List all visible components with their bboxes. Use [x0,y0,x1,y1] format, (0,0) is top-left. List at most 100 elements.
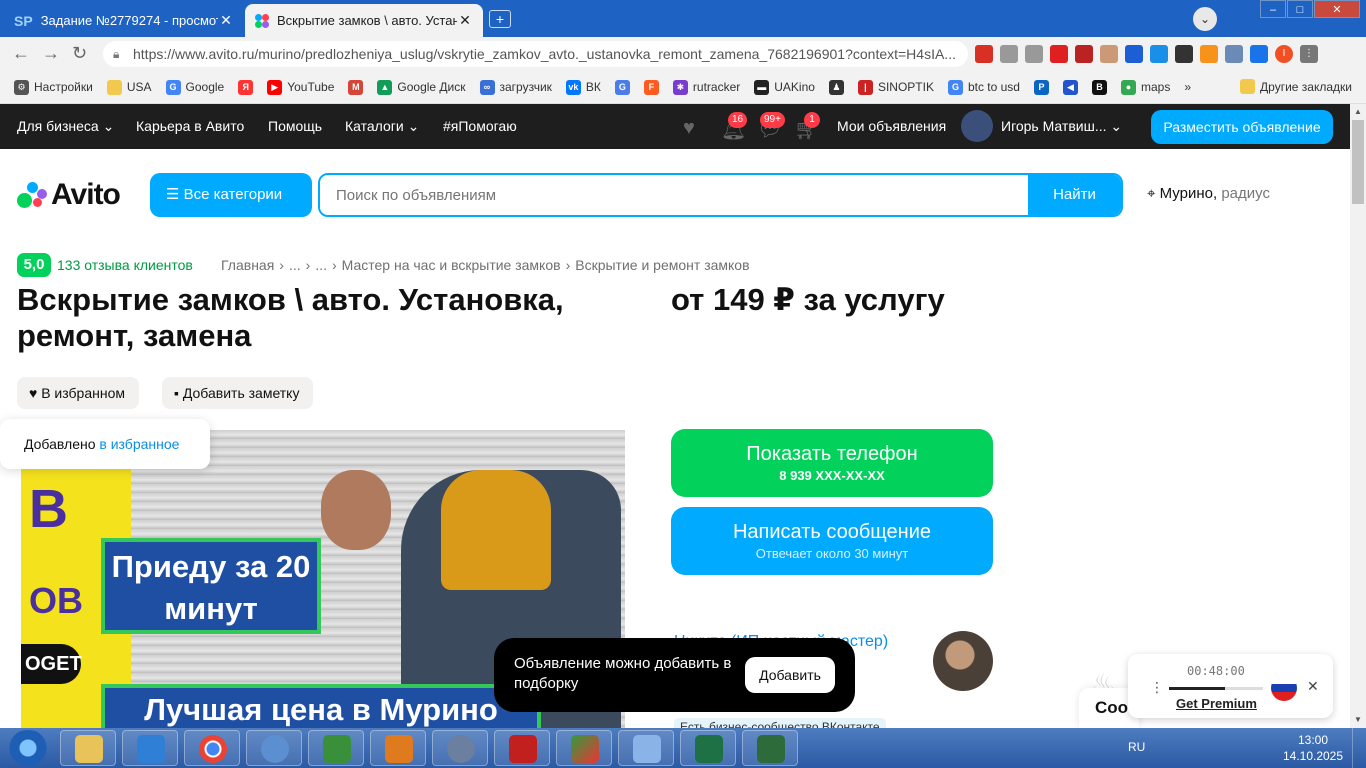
topbar-i-help[interactable]: #яПомогаю [443,118,517,134]
bookmark-item[interactable]: USA [106,79,152,95]
extension-icon[interactable] [1175,45,1193,63]
extension-icon[interactable] [1100,45,1118,63]
taskbar-app[interactable] [122,730,178,766]
close-icon[interactable]: ✕ [218,12,234,29]
search-button[interactable]: Найти [1028,175,1121,215]
bookmark-item[interactable]: P [1033,79,1049,95]
post-ad-button[interactable]: Разместить объявление [1151,110,1333,144]
close-icon[interactable]: ✕ [1307,678,1319,695]
breadcrumb-item[interactable]: ... [289,257,301,273]
flag-ru-icon[interactable] [1271,675,1297,701]
show-desktop-button[interactable] [1352,728,1366,768]
language-indicator[interactable]: RU [1128,740,1145,754]
topbar-business[interactable]: Для бизнеса ⌄ [17,118,114,135]
minimize-button[interactable]: – [1260,0,1286,18]
taskbar-app[interactable] [618,730,674,766]
bookmark-item[interactable]: ⚙ Настройки [14,79,93,95]
show-phone-button[interactable]: Показать телефон 8 939 XXX-XX-XX [671,429,993,497]
clock[interactable]: 13:00 14.10.2025 [1282,732,1344,764]
forward-arrow-icon[interactable]: → [42,43,60,64]
calendar-icon[interactable] [1075,45,1093,63]
back-arrow-icon[interactable]: ← [12,43,30,64]
favorites-link[interactable]: в избранное [99,436,179,452]
player-progress[interactable] [1169,687,1263,690]
bookmark-item[interactable]: G [614,79,630,95]
user-menu[interactable]: Игорь Матвиш... ⌄ [1001,118,1122,135]
bookmark-item[interactable]: Gbtc to usd [947,79,1020,95]
reviews-link[interactable]: 133 отзыва клиентов [57,257,193,273]
bookmark-item[interactable]: G Google [165,79,224,95]
topbar-help[interactable]: Помощь [268,118,322,134]
all-categories-button[interactable]: ☰ Все категории [150,173,312,217]
favorite-button[interactable]: ♥ В избранном [17,377,139,409]
close-window-button[interactable]: ✕ [1314,0,1360,18]
avatar[interactable] [933,631,993,691]
scroll-up-icon[interactable]: ▲ [1350,104,1366,120]
reload-icon[interactable]: ↻ [72,43,87,64]
breadcrumb-item[interactable]: ... [315,257,327,273]
bookmark-item[interactable]: | SINOPTIK [857,79,934,95]
bookmark-item[interactable]: F [643,79,659,95]
bookmark-item[interactable]: ✱ rutracker [672,79,740,95]
bookmark-item[interactable]: ∞ загрузчик [479,79,552,95]
bookmark-item[interactable]: ▶ YouTube [267,79,334,95]
location-selector[interactable]: ⌖ Мурино, радиус [1147,185,1270,202]
maximize-button[interactable]: □ [1287,0,1313,18]
taskbar-app[interactable] [494,730,550,766]
download-icon[interactable] [1150,45,1168,63]
taskbar-app[interactable] [432,730,488,766]
bookmark-item[interactable]: vk ВК [565,79,601,95]
tab-task[interactable]: SP Задание №2779274 - просмотр з ✕ [4,4,244,37]
puzzle-icon[interactable] [1225,45,1243,63]
flag-ru-icon[interactable] [1050,45,1068,63]
scrollbar-thumb[interactable] [1352,120,1364,204]
tab-avito[interactable]: Вскрытие замков \ авто. Установ ✕ [245,4,483,37]
new-tab-button[interactable]: + [489,10,511,28]
bookmark-item[interactable]: Я [238,79,254,95]
avatar[interactable] [961,110,993,142]
extension-icon[interactable] [1125,45,1143,63]
breadcrumb-item[interactable]: Вскрытие и ремонт замков [575,257,749,273]
taskbar-app[interactable] [308,730,364,766]
taskbar-excel[interactable] [680,730,736,766]
add-to-selection-button[interactable]: Добавить [745,657,835,693]
taskbar-app[interactable] [556,730,612,766]
start-button[interactable] [4,730,52,766]
share-icon[interactable] [1000,45,1018,63]
taskbar-app[interactable] [742,730,798,766]
taskbar-app[interactable] [246,730,302,766]
add-note-button[interactable]: ▪ Добавить заметку [162,377,314,409]
bitcoin-icon[interactable] [1200,45,1218,63]
url-field[interactable]: 🔒︎ https://www.avito.ru/murino/predlozhe… [103,41,968,67]
write-message-button[interactable]: Написать сообщение Отвечает около 30 мин… [671,507,993,575]
avito-logo[interactable]: Avito [17,178,121,212]
taskbar-explorer[interactable] [60,730,116,766]
taskbar-app[interactable] [370,730,426,766]
bookmarks-more-button[interactable]: » [1184,80,1191,94]
bookmark-item[interactable]: ▬ UAKino [754,79,815,95]
other-bookmarks[interactable]: Другие закладки [1240,79,1352,94]
menu-icon[interactable]: ⋮ [1300,45,1318,63]
chevron-down-icon[interactable]: ⌄ [1193,7,1217,31]
bookmark-item[interactable]: M [348,79,364,95]
menu-icon[interactable]: ⋮ [1150,679,1164,696]
breadcrumb-item[interactable]: Мастер на час и вскрытие замков [342,257,561,273]
close-icon[interactable]: ✕ [457,12,473,29]
taskbar-chrome[interactable] [184,730,240,766]
heart-icon[interactable]: ♥ [683,117,695,140]
topbar-catalogs[interactable]: Каталоги ⌄ [345,118,419,135]
avatar[interactable]: I [1275,45,1293,63]
download-icon[interactable] [1250,45,1268,63]
bookmark-item[interactable]: ◀ [1062,79,1078,95]
extension-icon[interactable] [975,45,993,63]
topbar-career[interactable]: Карьера в Авито [136,118,244,134]
bookmark-item[interactable]: ● maps [1120,79,1170,95]
bookmark-item[interactable]: ♟ [828,79,844,95]
search-input[interactable] [320,175,1028,215]
bookmark-item[interactable]: B [1091,79,1107,95]
breadcrumb-item[interactable]: Главная [221,257,274,273]
scroll-down-icon[interactable]: ▼ [1350,712,1366,728]
star-icon[interactable] [1025,45,1043,63]
my-ads-link[interactable]: Мои объявления [837,118,946,134]
bookmark-item[interactable]: ▲ Google Диск [377,79,466,95]
